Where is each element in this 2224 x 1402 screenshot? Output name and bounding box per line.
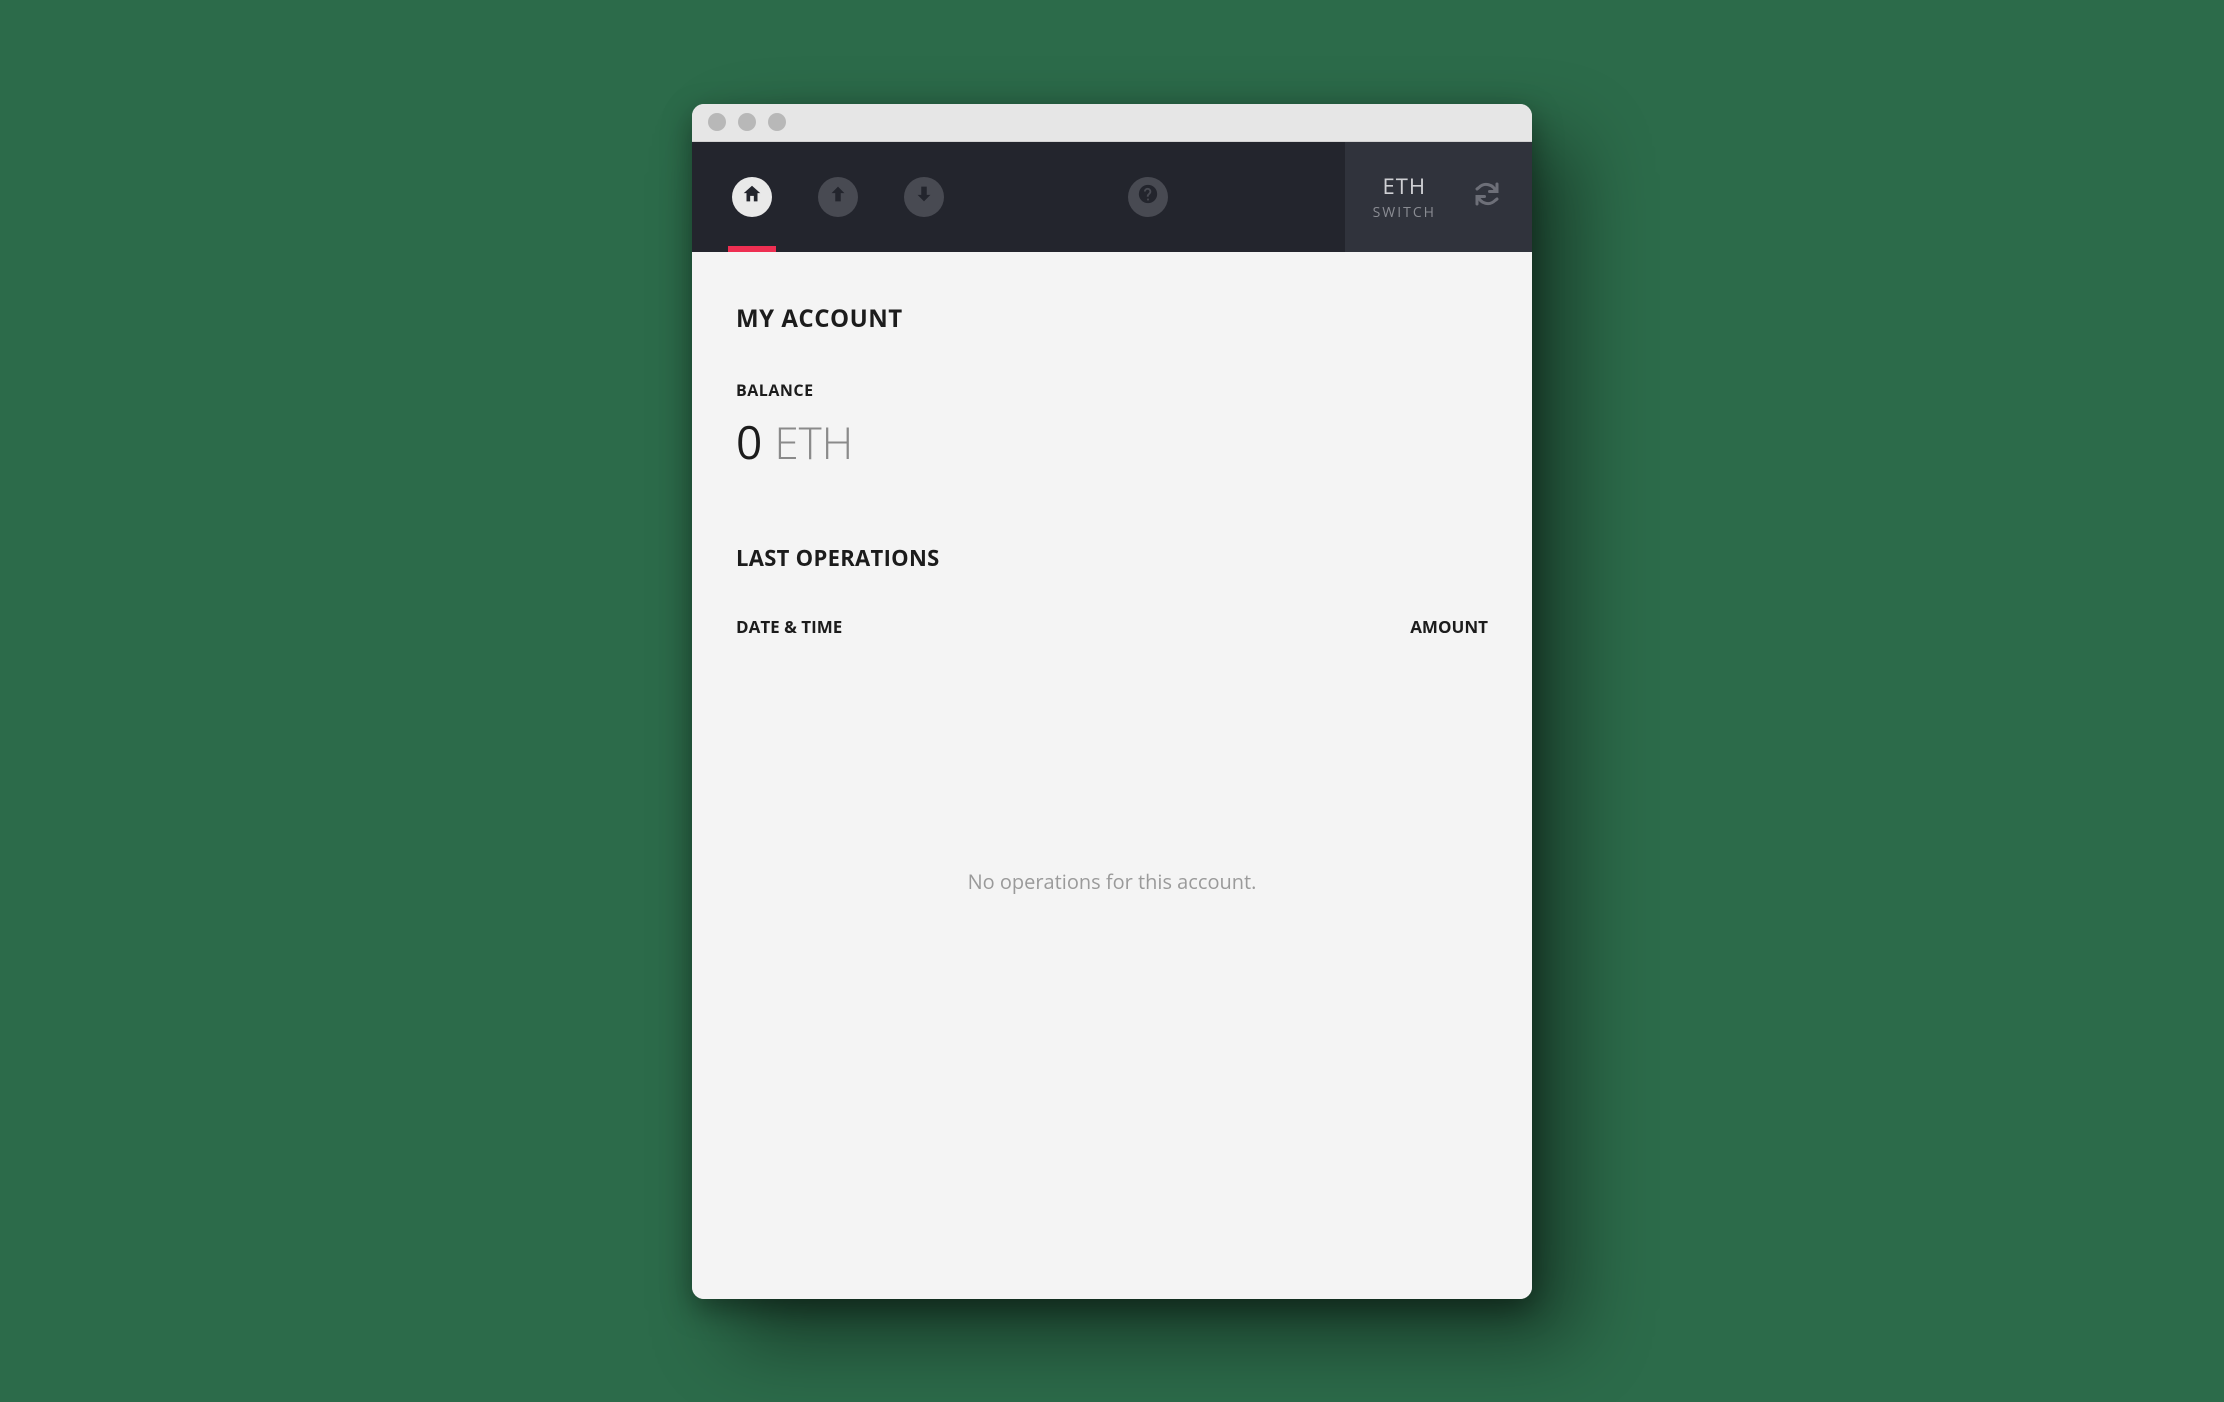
window-close-button[interactable] bbox=[708, 113, 726, 131]
nav-receive-wrap bbox=[900, 142, 948, 252]
main-content: MY ACCOUNT BALANCE 0 ETH LAST OPERATIONS… bbox=[692, 252, 1532, 1299]
operations-table-header: DATE & TIME AMOUNT bbox=[736, 615, 1488, 638]
switch-label: SWITCH bbox=[1373, 203, 1436, 222]
refresh-button[interactable] bbox=[1470, 180, 1504, 214]
nav-send-button[interactable] bbox=[818, 177, 858, 217]
nav-send-wrap bbox=[814, 142, 862, 252]
window-zoom-button[interactable] bbox=[768, 113, 786, 131]
col-amount: AMOUNT bbox=[1410, 615, 1488, 638]
home-icon bbox=[741, 183, 763, 210]
balance-row: 0 ETH bbox=[736, 411, 1488, 473]
account-title: MY ACCOUNT bbox=[736, 302, 1488, 335]
balance-label: BALANCE bbox=[736, 379, 1488, 401]
arrow-up-icon bbox=[827, 183, 849, 210]
col-date-time: DATE & TIME bbox=[736, 615, 842, 638]
operations-empty-message: No operations for this account. bbox=[736, 868, 1488, 895]
nav-receive-button[interactable] bbox=[904, 177, 944, 217]
nav-right: ETH SWITCH bbox=[1345, 142, 1532, 252]
top-nav: ETH SWITCH bbox=[692, 142, 1532, 252]
balance-unit: ETH bbox=[774, 412, 853, 472]
arrow-down-icon bbox=[913, 183, 935, 210]
window-minimize-button[interactable] bbox=[738, 113, 756, 131]
operations-title: LAST OPERATIONS bbox=[736, 543, 1488, 573]
currency-code: ETH bbox=[1373, 171, 1436, 201]
nav-home-button[interactable] bbox=[732, 177, 772, 217]
nav-help-wrap bbox=[1124, 142, 1172, 252]
balance-value: 0 bbox=[736, 411, 762, 473]
refresh-icon bbox=[1472, 179, 1502, 214]
currency-switch-button[interactable]: ETH SWITCH bbox=[1373, 171, 1436, 222]
app-window: ETH SWITCH MY ACCOUNT BALANCE 0 ETH bbox=[692, 104, 1532, 1299]
question-icon bbox=[1137, 183, 1159, 210]
active-tab-underline bbox=[728, 246, 776, 252]
titlebar bbox=[692, 104, 1532, 142]
nav-help-button[interactable] bbox=[1128, 177, 1168, 217]
nav-left bbox=[692, 142, 1345, 252]
nav-home-wrap bbox=[728, 142, 776, 252]
